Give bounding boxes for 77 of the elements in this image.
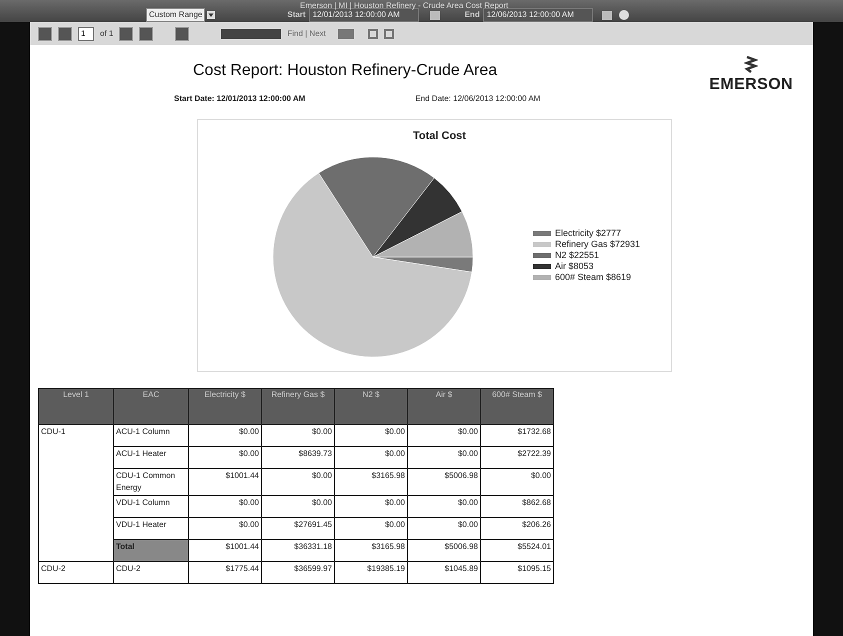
table-cell: $0.00 [188,496,262,518]
table-cell: $0.00 [262,468,334,496]
table-cell: $27691.45 [262,518,334,540]
report-title: Cost Report: Houston Refinery-Crude Area [193,61,498,81]
legend-label: Electricity $2777 [555,226,622,240]
table-cell: $0.00 [334,424,408,446]
table-cell: $36599.97 [262,562,334,584]
table-cell: $0.00 [334,446,408,468]
page-field[interactable]: 1 [78,26,94,40]
table-cell: CDU-1 [38,424,114,562]
column-header: N2 $ [334,388,408,424]
legend-label: N2 $22551 [555,249,600,262]
table-cell: $0.00 [334,518,408,540]
table-cell: $0.00 [334,496,408,518]
table-cell: $5524.01 [480,540,554,562]
table-cell: $3165.98 [334,540,408,562]
legend-label: 600# Steam $8619 [555,270,632,284]
table-cell: CDU-2 [114,562,188,584]
table-cell: VDU-1 Column [114,496,188,518]
column-header: Electricity $ [188,388,262,424]
table-cell: $0.00 [408,424,480,446]
table-cell: $8639.73 [262,446,334,468]
window-title: Emerson | MI | Houston Refinery - Crude Area Cost Report [300,0,508,11]
table-cell: $2722.39 [480,446,554,468]
table-cell: Total [114,540,188,562]
table-cell: $0.00 [188,424,262,446]
table-cell: $0.00 [408,518,480,540]
table-cell: $0.00 [262,496,334,518]
table-cell: $0.00 [188,518,262,540]
table-cell: $5006.98 [408,468,480,496]
table-cell: $1732.68 [480,424,554,446]
table-cell: $0.00 [262,424,334,446]
page-count: of 1 [100,28,114,40]
table-cell: $862.68 [480,496,554,518]
find-next-link[interactable]: Find | Next [287,28,326,40]
table-cell: $206.26 [480,518,554,540]
column-header: Refinery Gas $ [262,388,334,424]
find-field[interactable] [221,28,282,38]
refresh-button[interactable] [175,26,190,40]
table-cell: CDU-2 [38,562,114,584]
table-cell: $0.00 [188,446,262,468]
table-cell: CDU-1 Common Energy [114,468,188,496]
caret-icon [207,11,216,19]
end-date: End Date: 12/06/2013 12:00:00 AM [415,93,540,105]
table-cell: $1001.44 [188,468,262,496]
table-cell: $19385.19 [334,562,408,584]
first-page-button[interactable] [38,26,52,40]
next-page-button[interactable] [119,26,134,40]
legend-label: Air $8053 [555,260,594,273]
start-date: Start Date: 12/01/2013 12:00:00 AM [174,93,306,105]
table-cell: $36331.18 [262,540,334,562]
column-header: Level 1 [38,388,114,424]
range-dropdown[interactable]: Custom Range [146,8,206,22]
logo-icon [744,55,758,73]
table-cell: $1001.44 [188,540,262,562]
table-cell: $0.00 [408,496,480,518]
start-field[interactable]: 12/01/2013 12:00:00 AM [308,8,419,22]
start-label: Start [287,9,306,21]
table-cell: $1775.44 [188,562,262,584]
table-cell: $3165.98 [334,468,408,496]
table-cell: ACU-1 Column [114,424,188,446]
end-field[interactable]: 12/06/2013 12:00:00 AM [482,8,593,22]
logo-text: EMERSON [709,75,793,95]
legend-label: Refinery Gas $72931 [555,238,640,251]
table-cell: $1045.89 [408,562,480,584]
end-label: End [464,9,480,21]
last-page-button[interactable] [139,26,154,40]
column-header: EAC [114,388,188,424]
table-cell: $0.00 [480,468,554,496]
column-header: 600# Steam $ [480,388,554,424]
previous-page-button[interactable] [58,26,72,40]
table-cell: $0.00 [408,446,480,468]
table-cell: $5006.98 [408,540,480,562]
table-cell: ACU-1 Heater [114,446,188,468]
column-header: Air $ [408,388,480,424]
chart-title: Total Cost [413,129,466,144]
table-cell: $1095.15 [480,562,554,584]
